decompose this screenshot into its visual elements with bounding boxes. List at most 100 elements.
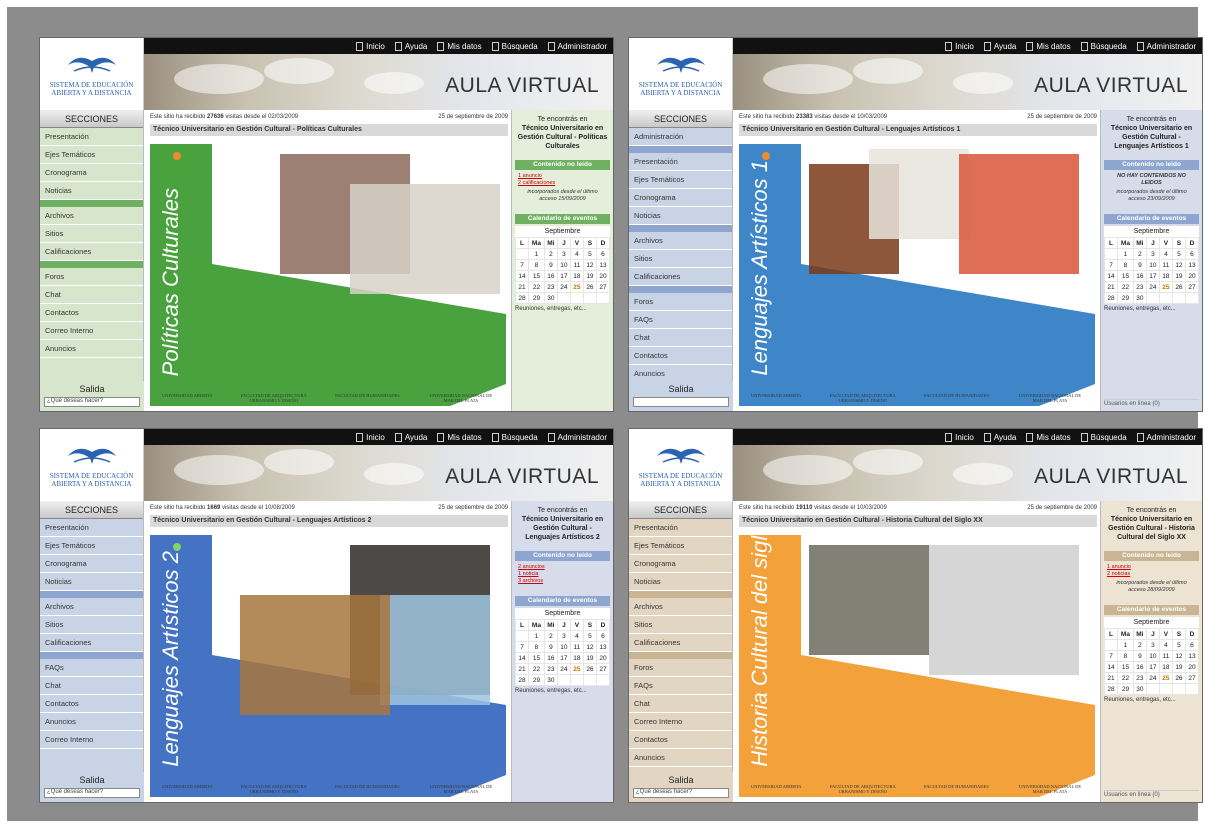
- calendar-day[interactable]: 18: [1158, 661, 1173, 673]
- sidebar-item[interactable]: Presentación: [40, 519, 143, 537]
- calendar-day[interactable]: 14: [514, 270, 530, 282]
- calendar-day[interactable]: 30: [1132, 292, 1147, 304]
- calendar-day[interactable]: 16: [543, 652, 558, 664]
- sidebar-item[interactable]: Contactos: [629, 347, 732, 365]
- calendar-day[interactable]: 25: [1158, 281, 1173, 293]
- nav-mis-datos[interactable]: Mis datos: [437, 41, 482, 51]
- calendar-day[interactable]: 29: [1117, 292, 1134, 304]
- calendar-day[interactable]: 29: [528, 292, 545, 304]
- sidebar-item[interactable]: Ejes Temáticos: [629, 171, 732, 189]
- sidebar-item[interactable]: Foros: [40, 268, 143, 286]
- calendar-day[interactable]: 27: [595, 281, 611, 293]
- nav-ayuda[interactable]: Ayuda: [394, 41, 427, 51]
- calendar-day[interactable]: 7: [1103, 650, 1119, 662]
- calendar-day[interactable]: 21: [514, 663, 530, 675]
- calendar-day[interactable]: 6: [595, 248, 611, 260]
- calendar-day[interactable]: 29: [1117, 683, 1134, 695]
- calendar-day[interactable]: 9: [543, 259, 558, 271]
- calendar-day[interactable]: 8: [528, 259, 545, 271]
- calendar-day[interactable]: 6: [1184, 248, 1200, 260]
- calendar-day[interactable]: 30: [543, 292, 558, 304]
- calendar-day[interactable]: 28: [514, 674, 530, 686]
- sidebar-item[interactable]: Presentación: [629, 153, 732, 171]
- calendar-day[interactable]: 15: [1117, 661, 1134, 673]
- sidebar-item[interactable]: Chat: [629, 695, 732, 713]
- calendar-day[interactable]: 30: [543, 674, 558, 686]
- sidebar-item[interactable]: Cronograma: [629, 555, 732, 573]
- calendar-day[interactable]: 14: [1103, 661, 1119, 673]
- calendar-day[interactable]: 24: [556, 281, 571, 293]
- unread-link[interactable]: 3 archivos: [518, 578, 607, 585]
- calendar-day[interactable]: 8: [528, 641, 545, 653]
- nav-busqueda[interactable]: Búsqueda: [491, 41, 538, 51]
- calendar-day[interactable]: 28: [1103, 292, 1119, 304]
- nav-busqueda[interactable]: Búsqueda: [491, 432, 538, 442]
- calendar-day[interactable]: 18: [569, 652, 584, 664]
- sidebar-item[interactable]: Calificaciones: [40, 634, 143, 652]
- sidebar-item[interactable]: Contactos: [40, 304, 143, 322]
- calendar-day[interactable]: 24: [1145, 672, 1160, 684]
- online-users[interactable]: Usuarios en línea (0): [1104, 790, 1199, 800]
- sidebar-item[interactable]: Anuncios: [40, 713, 143, 731]
- site-logo[interactable]: SISTEMA DE EDUCACIÓN ABIERTA Y A DISTANC…: [629, 38, 733, 110]
- sidebar-item[interactable]: Contactos: [629, 731, 732, 749]
- site-logo[interactable]: SISTEMA DE EDUCACIÓN ABIERTA Y A DISTANC…: [40, 38, 144, 110]
- calendar-day[interactable]: 3: [1145, 639, 1160, 651]
- calendar-day[interactable]: 6: [1184, 639, 1200, 651]
- calendar-day[interactable]: 17: [556, 270, 571, 282]
- unread-link[interactable]: 1 anuncio: [1107, 564, 1196, 571]
- nav-administrador[interactable]: Administrador: [1136, 432, 1196, 442]
- nav-busqueda[interactable]: Búsqueda: [1080, 41, 1127, 51]
- calendar-day[interactable]: 9: [543, 641, 558, 653]
- sidebar-item[interactable]: Calificaciones: [40, 243, 143, 261]
- calendar-day[interactable]: 2: [1132, 248, 1147, 260]
- calendar-day[interactable]: 11: [569, 259, 584, 271]
- calendar-day[interactable]: 5: [1171, 639, 1186, 651]
- calendar-day[interactable]: 23: [543, 281, 558, 293]
- sidebar-item[interactable]: Noticias: [40, 182, 143, 200]
- calendar-day[interactable]: 19: [582, 652, 597, 664]
- calendar-day[interactable]: 11: [1158, 650, 1173, 662]
- sidebar-item[interactable]: Sitios: [40, 616, 143, 634]
- nav-busqueda[interactable]: Búsqueda: [1080, 432, 1127, 442]
- calendar-day[interactable]: 14: [514, 652, 530, 664]
- unread-link[interactable]: 1 anuncio: [518, 173, 607, 180]
- calendar-day[interactable]: 23: [1132, 281, 1147, 293]
- calendar-day[interactable]: 11: [1158, 259, 1173, 271]
- sidebar-item[interactable]: Anuncios: [629, 749, 732, 767]
- salida-select[interactable]: ¿Qué deseas hacer?: [44, 788, 140, 798]
- calendar-day[interactable]: 28: [514, 292, 530, 304]
- calendar-day[interactable]: 12: [1171, 259, 1186, 271]
- site-logo[interactable]: SISTEMA DE EDUCACIÓN ABIERTA Y A DISTANC…: [40, 429, 144, 501]
- calendar-day[interactable]: 19: [582, 270, 597, 282]
- calendar-day[interactable]: 12: [582, 259, 597, 271]
- calendar-day[interactable]: 24: [556, 663, 571, 675]
- calendar-day[interactable]: 22: [528, 663, 545, 675]
- sidebar-item[interactable]: Ejes Temáticos: [40, 146, 143, 164]
- nav-administrador[interactable]: Administrador: [547, 41, 607, 51]
- calendar-day[interactable]: 15: [528, 270, 545, 282]
- calendar-day[interactable]: 7: [514, 259, 530, 271]
- calendar-day[interactable]: 16: [543, 270, 558, 282]
- nav-ayuda[interactable]: Ayuda: [983, 41, 1016, 51]
- sidebar-item[interactable]: Presentación: [629, 519, 732, 537]
- calendar-day[interactable]: 2: [543, 630, 558, 642]
- calendar-day[interactable]: 19: [1171, 661, 1186, 673]
- sidebar-item[interactable]: Correo Interno: [629, 713, 732, 731]
- calendar-day[interactable]: 14: [1103, 270, 1119, 282]
- salida-select[interactable]: ¿Qué deseas hacer?: [44, 397, 140, 407]
- sidebar-item[interactable]: Chat: [629, 329, 732, 347]
- sidebar-item[interactable]: Cronograma: [40, 164, 143, 182]
- calendar-day[interactable]: 22: [1117, 672, 1134, 684]
- sidebar-item[interactable]: Sitios: [40, 225, 143, 243]
- calendar-day[interactable]: 1: [1117, 639, 1134, 651]
- sidebar-item[interactable]: Noticias: [629, 573, 732, 591]
- sidebar-item[interactable]: Calificaciones: [629, 268, 732, 286]
- nav-administrador[interactable]: Administrador: [547, 432, 607, 442]
- calendar-day[interactable]: 13: [1184, 650, 1200, 662]
- sidebar-item[interactable]: Ejes Temáticos: [629, 537, 732, 555]
- sidebar-item[interactable]: Sitios: [629, 616, 732, 634]
- calendar-day[interactable]: 21: [1103, 281, 1119, 293]
- unread-link[interactable]: 2 anuncios: [518, 564, 607, 571]
- calendar-day[interactable]: 27: [595, 663, 611, 675]
